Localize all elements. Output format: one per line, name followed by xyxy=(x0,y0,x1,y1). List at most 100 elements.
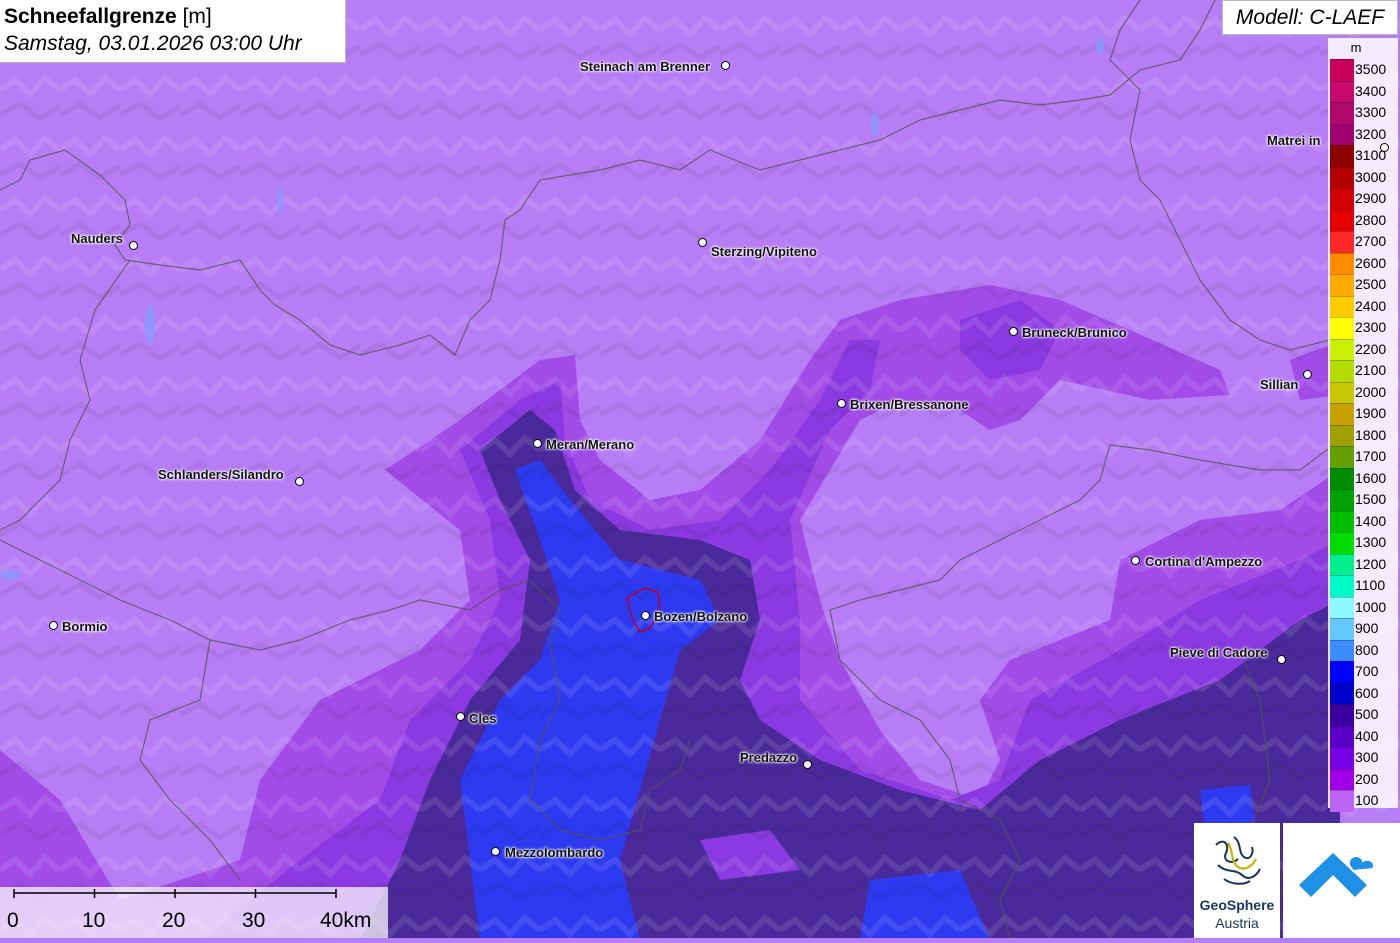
city-label: Pieve di Cadore xyxy=(1170,645,1268,660)
city-dot xyxy=(837,399,846,408)
legend-swatch xyxy=(1330,532,1354,554)
legend-label: 400 xyxy=(1355,727,1379,744)
legend-swatch xyxy=(1330,188,1354,210)
legend-label: 2800 xyxy=(1355,211,1387,228)
city-dot xyxy=(1009,327,1018,336)
legend-label: 1100 xyxy=(1355,577,1386,593)
city-label: Matrei in xyxy=(1267,133,1321,148)
legend-swatch xyxy=(1330,596,1354,618)
legend-swatch xyxy=(1330,209,1354,231)
legend-swatch xyxy=(1330,102,1354,124)
legend-swatch xyxy=(1330,424,1354,446)
legend-swatch xyxy=(1330,639,1354,661)
legend-label: 3300 xyxy=(1355,104,1387,120)
scale-label-20: 20 xyxy=(162,909,186,932)
city-dot xyxy=(1131,556,1140,565)
legend-label: 2500 xyxy=(1355,276,1387,292)
legend-swatch xyxy=(1330,747,1354,769)
legend-swatch xyxy=(1330,295,1354,317)
legend-swatch xyxy=(1330,768,1354,790)
city-dot xyxy=(721,61,730,70)
legend-label: 3500 xyxy=(1355,61,1387,77)
legend-swatch xyxy=(1330,145,1354,167)
cloud-arrow-logo[interactable] xyxy=(1283,823,1400,938)
logo-line2: Austria xyxy=(1215,915,1259,931)
cloud-arrow-icon xyxy=(1299,853,1375,897)
scale-label-10: 10 xyxy=(82,909,106,932)
legend-label: 1200 xyxy=(1355,555,1387,572)
legend-swatch xyxy=(1330,59,1354,81)
legend-label: 2200 xyxy=(1355,340,1387,357)
city-label: Bruneck/Brunico xyxy=(1022,325,1127,340)
city-label: Meran/Merano xyxy=(546,437,635,452)
city-dot xyxy=(803,760,812,769)
legend-swatch xyxy=(1330,252,1354,274)
city-label: Bormio xyxy=(62,619,108,634)
map-subtitle: Samstag, 03.01.2026 03:00 Uhr xyxy=(4,32,302,55)
city-dot xyxy=(1303,370,1312,379)
legend-swatch xyxy=(1330,338,1354,360)
legend-label: 2700 xyxy=(1355,233,1387,249)
legend-label: 600 xyxy=(1355,684,1379,701)
legend-swatch xyxy=(1330,704,1354,726)
legend-label: 1000 xyxy=(1355,598,1387,615)
city-label: Cortina d'Ampezzo xyxy=(1145,554,1263,569)
city-label: Cles xyxy=(469,711,497,726)
legend-swatch xyxy=(1330,489,1354,511)
scale-label-40km: 40km xyxy=(320,909,372,932)
geosphere-emblem-icon xyxy=(1215,836,1261,885)
city-label: Sterzing/Vipiteno xyxy=(711,244,817,259)
city-dot xyxy=(533,439,542,448)
legend-label: 2900 xyxy=(1355,190,1387,206)
legend-label: 2000 xyxy=(1355,383,1387,400)
legend-swatch xyxy=(1330,317,1354,339)
title-unit: [m] xyxy=(182,5,212,28)
legend-swatch xyxy=(1330,510,1354,532)
legend-label: 1300 xyxy=(1355,534,1387,550)
city-label: Steinach am Brenner xyxy=(580,59,711,74)
legend-unit: m xyxy=(1350,40,1362,55)
legend-swatch xyxy=(1330,467,1354,489)
legend-swatch xyxy=(1330,274,1354,296)
city-dot xyxy=(456,712,465,721)
city-dot xyxy=(129,241,138,250)
title-main: Schneefallgrenze xyxy=(4,5,177,28)
legend-label: 800 xyxy=(1355,641,1379,658)
legend-label: 1900 xyxy=(1355,405,1387,421)
city-label: Mezzolombardo xyxy=(505,845,604,860)
city-label: Nauders xyxy=(71,231,124,246)
city-dot xyxy=(698,238,707,247)
legend-swatch xyxy=(1330,725,1354,747)
city-dot xyxy=(49,621,58,630)
legend-label: 1400 xyxy=(1355,512,1387,529)
logo-line1: GeoSphere xyxy=(1199,897,1275,913)
legend-label: 2400 xyxy=(1355,297,1387,314)
legend-swatch xyxy=(1330,661,1354,683)
title-box: Schneefallgrenze [m] Samstag, 03.01.2026… xyxy=(0,0,346,63)
city-label: Predazzo xyxy=(740,750,798,765)
scale-label-30: 30 xyxy=(242,909,266,932)
legend-label: 1700 xyxy=(1355,448,1387,464)
legend-swatch xyxy=(1330,790,1354,812)
legend-label: 1600 xyxy=(1355,469,1387,486)
legend-swatch xyxy=(1330,553,1354,575)
scale-label-0: 0 xyxy=(7,909,19,932)
legend-label: 100 xyxy=(1355,792,1379,808)
legend-label: 3200 xyxy=(1355,125,1387,142)
city-dot xyxy=(1380,143,1389,152)
geosphere-logo[interactable]: GeoSphere Austria xyxy=(1194,823,1280,938)
model-label: Modell: C-LAEF xyxy=(1222,0,1398,35)
legend-swatch xyxy=(1330,123,1354,145)
legend-label: 300 xyxy=(1355,749,1379,765)
legend-label: 1500 xyxy=(1355,491,1387,507)
city-label: Schlanders/Silandro xyxy=(158,467,284,482)
legend-label: 2100 xyxy=(1355,362,1387,378)
legend-label: 1800 xyxy=(1355,426,1387,443)
city-label: Sillian xyxy=(1260,377,1299,392)
legend-swatch xyxy=(1330,80,1354,102)
city-dot xyxy=(1277,655,1286,664)
legend-swatch xyxy=(1330,231,1354,253)
legend-swatch xyxy=(1330,682,1354,704)
legend-label: 200 xyxy=(1355,770,1379,787)
legend-swatch xyxy=(1330,446,1354,468)
